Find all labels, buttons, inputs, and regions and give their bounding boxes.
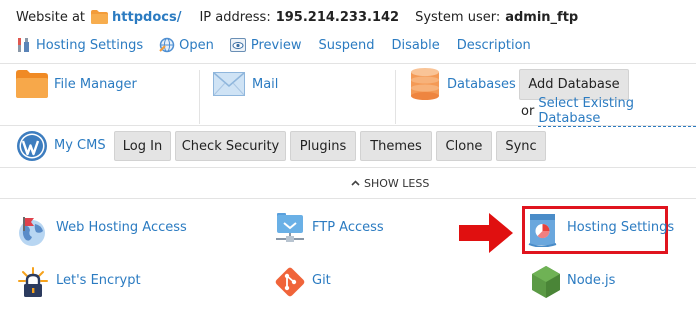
domain-root-link[interactable]: httpdocs/ xyxy=(112,10,181,25)
hosting-settings-link[interactable]: Hosting Settings xyxy=(36,38,143,53)
cms-login-button[interactable]: Log In xyxy=(114,131,171,161)
git-link[interactable]: Git xyxy=(312,273,331,288)
ip-value: 195.214.233.142 xyxy=(275,9,400,25)
add-database-label: Add Database xyxy=(528,77,620,92)
show-less-label: SHOW LESS xyxy=(364,176,430,190)
website-at-label: Website at xyxy=(16,9,86,25)
cms-plugins-button[interactable]: Plugins xyxy=(290,131,356,161)
hosting-settings-action[interactable]: Hosting Settings xyxy=(16,37,143,53)
suspend-link[interactable]: Suspend xyxy=(319,38,375,53)
hosting-settings-icon xyxy=(528,214,557,247)
mail-link[interactable]: Mail xyxy=(252,77,278,92)
open-link[interactable]: Open xyxy=(179,38,214,53)
cms-themes-label: Themes xyxy=(370,138,422,154)
cms-check-security-label: Check Security xyxy=(181,138,280,154)
disable-link[interactable]: Disable xyxy=(392,38,440,53)
my-cms-link[interactable]: My CMS xyxy=(54,138,106,153)
wrench-icon xyxy=(18,38,29,52)
or-label: or xyxy=(521,103,535,119)
nodejs-icon xyxy=(532,266,560,298)
description-link[interactable]: Description xyxy=(457,38,531,53)
site-info-bar: Website at httpdocs/ IP address: 195.214… xyxy=(16,8,578,26)
red-arrow-annotation xyxy=(459,213,513,253)
ip-label: IP address: xyxy=(199,9,271,25)
ftp-access-icon xyxy=(276,213,304,242)
select-existing-database-row: or Select Existing Database xyxy=(521,96,696,127)
lets-encrypt-link[interactable]: Let's Encrypt xyxy=(56,273,141,288)
mail-envelope-icon xyxy=(213,72,245,96)
databases-icon xyxy=(411,68,439,100)
nodejs-link[interactable]: Node.js xyxy=(567,273,615,288)
globe-icon xyxy=(159,37,175,53)
divider xyxy=(395,70,396,124)
hosting-settings-service-link[interactable]: Hosting Settings xyxy=(567,220,674,235)
chevron-up-icon xyxy=(351,180,360,186)
preview-eye-icon xyxy=(229,38,246,52)
divider xyxy=(199,70,200,124)
databases-link[interactable]: Databases xyxy=(447,77,516,92)
web-hosting-access-icon xyxy=(19,217,45,246)
file-manager-link[interactable]: File Manager xyxy=(54,77,137,92)
preview-link[interactable]: Preview xyxy=(251,38,302,53)
cms-plugins-label: Plugins xyxy=(299,138,347,154)
wordpress-icon xyxy=(17,131,47,161)
cms-clone-label: Clone xyxy=(445,138,483,154)
folder-icon xyxy=(91,10,109,24)
lets-encrypt-icon xyxy=(18,267,48,297)
system-user-label: System user: xyxy=(415,9,501,25)
divider xyxy=(0,198,696,199)
preview-action[interactable]: Preview xyxy=(229,38,302,53)
cms-sync-label: Sync xyxy=(505,138,537,154)
divider xyxy=(0,63,696,64)
site-actions-bar: Hosting Settings Open Preview Suspend Di… xyxy=(16,36,531,54)
git-icon xyxy=(275,267,305,297)
show-less-toggle[interactable]: SHOW LESS xyxy=(351,176,429,190)
system-user-value: admin_ftp xyxy=(505,9,579,25)
ftp-access-link[interactable]: FTP Access xyxy=(312,220,384,235)
divider xyxy=(0,167,696,168)
divider xyxy=(0,125,696,126)
cms-themes-button[interactable]: Themes xyxy=(360,131,432,161)
open-action[interactable]: Open xyxy=(159,37,214,53)
select-existing-database-link[interactable]: Select Existing Database xyxy=(538,96,696,127)
file-manager-folder-icon xyxy=(16,70,48,98)
cms-check-security-button[interactable]: Check Security xyxy=(175,131,286,161)
cms-clone-button[interactable]: Clone xyxy=(436,131,492,161)
cms-sync-button[interactable]: Sync xyxy=(496,131,546,161)
cms-login-label: Log In xyxy=(122,138,163,154)
web-hosting-access-link[interactable]: Web Hosting Access xyxy=(56,220,187,235)
